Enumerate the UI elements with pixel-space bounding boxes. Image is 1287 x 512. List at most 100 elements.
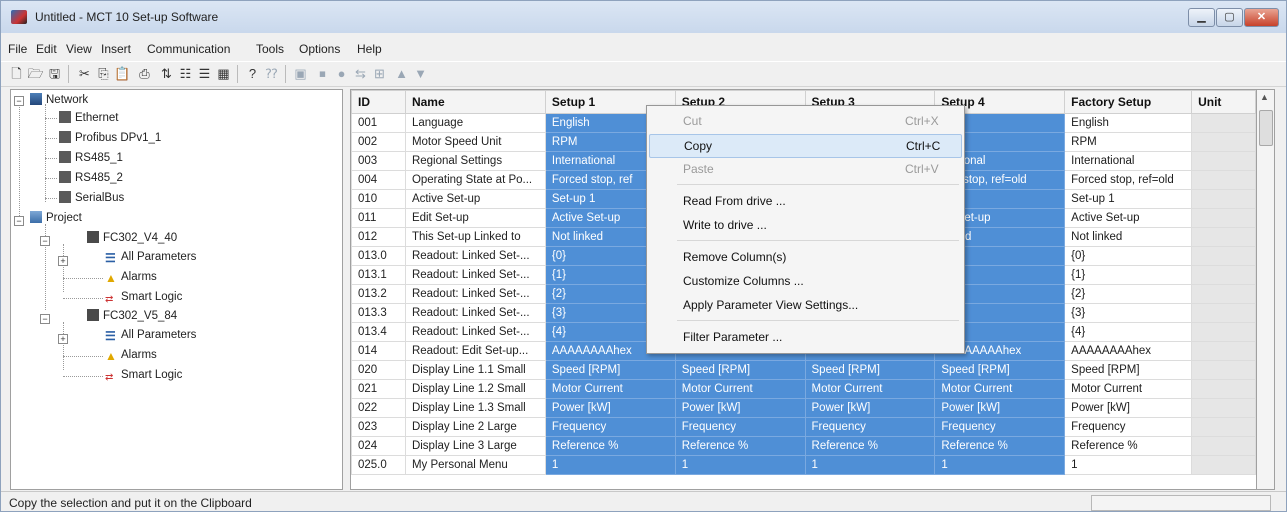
parameter-id-cell[interactable]: 012 xyxy=(351,227,406,247)
menu-file[interactable]: File xyxy=(8,42,27,56)
parameter-name-cell[interactable]: Display Line 3 Large xyxy=(404,436,546,456)
paste-icon[interactable]: 📋 xyxy=(114,66,131,82)
parameter-id-cell[interactable]: 013.2 xyxy=(351,284,406,304)
setup-value-cell[interactable]: Reference % xyxy=(544,436,676,456)
tree-item-rs485-2[interactable]: RS485_2 xyxy=(59,171,123,184)
drive-icon[interactable]: ▣ xyxy=(292,66,309,82)
menu-tools[interactable]: Tools xyxy=(256,42,284,56)
setup-value-cell[interactable]: 1 xyxy=(544,455,676,475)
unit-cell[interactable] xyxy=(1191,455,1256,475)
tree-item-drive2-alarms[interactable]: ▲ Alarms xyxy=(105,349,157,362)
unit-cell[interactable] xyxy=(1191,246,1256,266)
sort-icon[interactable]: ⇅ xyxy=(158,66,175,82)
unit-cell[interactable] xyxy=(1191,227,1256,247)
parameter-id-cell[interactable]: 011 xyxy=(351,208,406,228)
list-view-icon[interactable]: ☰ xyxy=(196,66,213,82)
factory-setup-cell[interactable]: Forced stop, ref=old xyxy=(1064,170,1193,190)
setup-value-cell[interactable]: Frequency xyxy=(934,417,1066,437)
setup-value-cell[interactable]: Power [kW] xyxy=(544,398,676,418)
parameter-id-cell[interactable]: 010 xyxy=(351,189,406,209)
context-read-from-drive[interactable]: Read From drive ... xyxy=(649,190,960,212)
context-paste[interactable]: Paste Ctrl+V xyxy=(649,158,960,180)
parameter-name-cell[interactable]: Edit Set-up xyxy=(404,208,546,228)
parameter-id-cell[interactable]: 021 xyxy=(351,379,406,399)
parameter-id-cell[interactable]: 001 xyxy=(351,113,406,133)
parameter-name-cell[interactable]: Regional Settings xyxy=(404,151,546,171)
context-cut[interactable]: Cut Ctrl+X xyxy=(649,110,960,132)
factory-setup-cell[interactable]: RPM xyxy=(1064,132,1193,152)
unit-cell[interactable] xyxy=(1191,398,1256,418)
factory-setup-cell[interactable]: International xyxy=(1064,151,1193,171)
tree-view-icon[interactable]: ☷ xyxy=(177,66,194,82)
table-row[interactable]: 021 Display Line 1.2 Small Motor Current Mo… xyxy=(351,379,1256,399)
parameter-name-cell[interactable]: Readout: Linked Set-... xyxy=(404,265,546,285)
parameter-name-cell[interactable]: Readout: Linked Set-... xyxy=(404,246,546,266)
grid-view-icon[interactable]: ▦ xyxy=(215,66,232,82)
copy-icon[interactable]: ⎘ xyxy=(95,66,112,82)
context-help-icon[interactable]: ⁇ xyxy=(263,66,280,82)
parameter-id-cell[interactable]: 024 xyxy=(351,436,406,456)
menu-options[interactable]: Options xyxy=(299,42,340,56)
context-write-to-drive[interactable]: Write to drive ... xyxy=(649,214,960,236)
parameter-id-cell[interactable]: 004 xyxy=(351,170,406,190)
context-apply-view-settings[interactable]: Apply Parameter View Settings... xyxy=(649,294,960,316)
parameter-name-cell[interactable]: Operating State at Po... xyxy=(404,170,546,190)
table-row[interactable]: 023 Display Line 2 Large Frequency Frequenc… xyxy=(351,417,1256,437)
unit-cell[interactable] xyxy=(1191,322,1256,342)
tree-item-ethernet[interactable]: Ethernet xyxy=(59,111,118,124)
factory-setup-cell[interactable]: {0} xyxy=(1064,246,1193,266)
parameter-id-cell[interactable]: 013.0 xyxy=(351,246,406,266)
drive1-collapse-toggle[interactable]: − xyxy=(40,236,50,246)
drive2-params-expand-toggle[interactable]: + xyxy=(58,334,68,344)
tree-item-drive1[interactable]: FC302_V4_40 xyxy=(87,231,177,244)
tree-item-drive1-smart-logic[interactable]: ⇄ Smart Logic xyxy=(105,291,182,306)
menu-help[interactable]: Help xyxy=(357,42,382,56)
parameter-name-cell[interactable]: Display Line 1.2 Small xyxy=(404,379,546,399)
parameter-id-cell[interactable]: 022 xyxy=(351,398,406,418)
setup-value-cell[interactable]: Speed [RPM] xyxy=(674,360,806,380)
context-filter-parameter[interactable]: Filter Parameter ... xyxy=(649,326,960,348)
minimize-button[interactable]: ▁ xyxy=(1188,8,1215,27)
factory-setup-cell[interactable]: {1} xyxy=(1064,265,1193,285)
tree-item-project[interactable]: Project xyxy=(30,211,82,224)
unit-cell[interactable] xyxy=(1191,170,1256,190)
unit-cell[interactable] xyxy=(1191,151,1256,171)
parameter-name-cell[interactable]: Readout: Edit Set-up... xyxy=(404,341,546,361)
unit-cell[interactable] xyxy=(1191,379,1256,399)
setup-value-cell[interactable]: Motor Current xyxy=(934,379,1066,399)
record-icon[interactable]: ● xyxy=(333,66,350,82)
drive1-params-expand-toggle[interactable]: + xyxy=(58,256,68,266)
setup-value-cell[interactable]: Reference % xyxy=(804,436,936,456)
setup-value-cell[interactable]: Reference % xyxy=(674,436,806,456)
network-scan-icon[interactable]: ⊞ xyxy=(371,66,388,82)
context-copy[interactable]: Copy Ctrl+C xyxy=(649,134,962,158)
unit-cell[interactable] xyxy=(1191,436,1256,456)
factory-setup-cell[interactable]: Motor Current xyxy=(1064,379,1193,399)
parameter-name-cell[interactable]: Active Set-up xyxy=(404,189,546,209)
parameter-name-cell[interactable]: Motor Speed Unit xyxy=(404,132,546,152)
transfer-icon[interactable]: ⇆ xyxy=(352,66,369,82)
project-collapse-toggle[interactable]: − xyxy=(14,216,24,226)
factory-setup-cell[interactable]: {2} xyxy=(1064,284,1193,304)
maximize-button[interactable]: ▢ xyxy=(1216,8,1243,27)
menu-insert[interactable]: Insert xyxy=(101,42,131,56)
factory-setup-cell[interactable]: Active Set-up xyxy=(1064,208,1193,228)
setup-value-cell[interactable]: Frequency xyxy=(674,417,806,437)
drive2-collapse-toggle[interactable]: − xyxy=(40,314,50,324)
unit-cell[interactable] xyxy=(1191,303,1256,323)
tree-item-drive2-smart-logic[interactable]: ⇄ Smart Logic xyxy=(105,369,182,384)
unit-cell[interactable] xyxy=(1191,360,1256,380)
parameter-id-cell[interactable]: 025.0 xyxy=(351,455,406,475)
scrollbar-thumb[interactable] xyxy=(1259,110,1273,146)
scroll-up-icon[interactable]: ▲ xyxy=(1260,92,1269,102)
factory-setup-cell[interactable]: {4} xyxy=(1064,322,1193,342)
column-header[interactable]: ID xyxy=(351,90,406,114)
stop-icon[interactable]: ⏹ xyxy=(314,66,331,82)
context-remove-columns[interactable]: Remove Column(s) xyxy=(649,246,960,268)
unit-cell[interactable] xyxy=(1191,417,1256,437)
setup-value-cell[interactable]: Motor Current xyxy=(804,379,936,399)
unit-cell[interactable] xyxy=(1191,341,1256,361)
column-header[interactable]: Unit xyxy=(1191,90,1256,114)
unit-cell[interactable] xyxy=(1191,265,1256,285)
parameter-id-cell[interactable]: 003 xyxy=(351,151,406,171)
